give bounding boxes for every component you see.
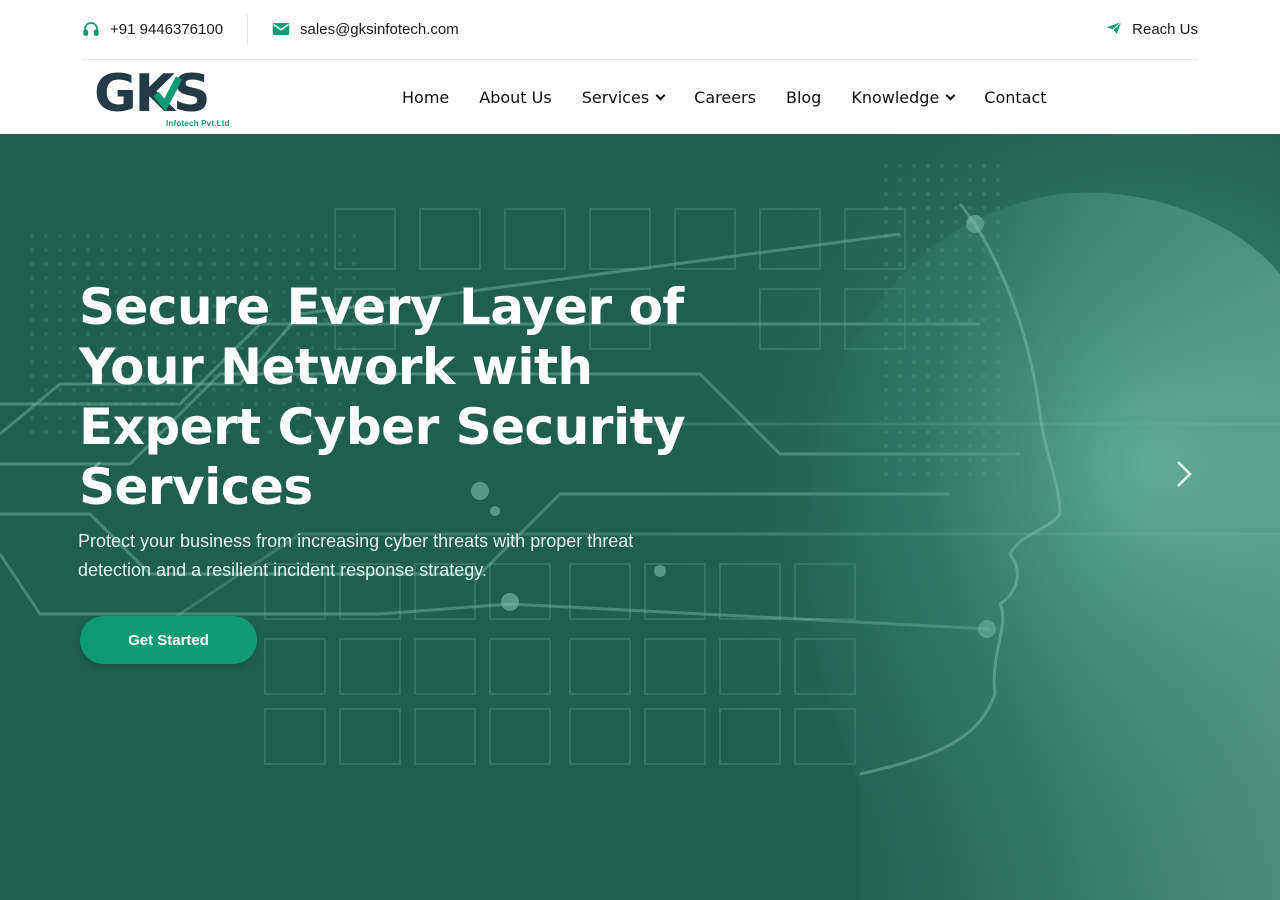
hero-description-line: Protect your business from increasing cy… <box>78 531 634 551</box>
nav-services-label: Services <box>581 87 650 107</box>
hero-title-line: Expert Cyber Security <box>79 398 686 456</box>
logo-check-icon <box>153 76 182 112</box>
get-started-button[interactable]: Get Started <box>80 616 257 664</box>
headset-icon <box>82 20 100 38</box>
nav-services[interactable]: Services <box>581 87 666 107</box>
phone-number: +91 9446376100 <box>110 20 224 38</box>
chevron-down-icon <box>945 90 956 100</box>
hero-title-line: Services <box>79 458 313 516</box>
nav-knowledge-label: Knowledge <box>851 87 940 107</box>
hero-description: Protect your business from increasing cy… <box>78 527 678 585</box>
chevron-left-icon[interactable] <box>82 454 106 494</box>
nav-careers[interactable]: Careers <box>694 88 756 107</box>
logo-subtitle: Infotech Pvt.Ltd <box>166 119 230 128</box>
nav-about-label: About Us <box>479 87 552 107</box>
nav-knowledge[interactable]: Knowledge <box>851 87 956 107</box>
email-address: sales@gksinfotech.com <box>300 20 459 38</box>
top-contact-bar: +91 9446376100 sales@gksinfotech.com Rea… <box>0 0 1280 58</box>
nav-contact[interactable]: Contact <box>984 88 1046 107</box>
chevron-down-icon <box>655 90 666 100</box>
nav-about-us[interactable]: About Us <box>479 88 551 107</box>
divider <box>247 14 249 44</box>
nav-home[interactable]: Home <box>402 88 449 107</box>
nav-blog[interactable]: Blog <box>786 88 821 107</box>
main-navbar: GKS Infotech Pvt.Ltd Home About Us Servi… <box>0 60 1280 134</box>
phone-contact[interactable]: +91 9446376100 <box>82 20 223 38</box>
nav-blog-label: Blog <box>785 87 822 107</box>
nav-home-label: Home <box>402 87 450 107</box>
paper-plane-icon <box>1106 21 1122 37</box>
reach-us-link[interactable]: Reach Us <box>1106 21 1198 38</box>
email-contact[interactable]: sales@gksinfotech.com <box>272 20 459 38</box>
nav-contact-label: Contact <box>984 87 1047 107</box>
hero-slider: Secure Every Layer of Your Network with … <box>0 134 1280 900</box>
primary-navigation: Home About Us Services Careers Blog Know… <box>402 60 1047 134</box>
company-logo[interactable]: GKS Infotech Pvt.Ltd <box>94 66 239 130</box>
envelope-icon <box>272 20 290 38</box>
hero-title: Secure Every Layer of Your Network with … <box>79 277 699 517</box>
hero-title-line: Your Network with <box>79 338 593 396</box>
hero-title-line: Secure Every Layer of <box>79 278 684 336</box>
hero-description-line: detection and a resilient incident respo… <box>78 560 487 580</box>
chevron-right-icon[interactable] <box>1172 454 1196 494</box>
reach-us-label: Reach Us <box>1132 20 1198 38</box>
hero-background-image <box>0 134 1280 900</box>
nav-careers-label: Careers <box>694 87 756 107</box>
